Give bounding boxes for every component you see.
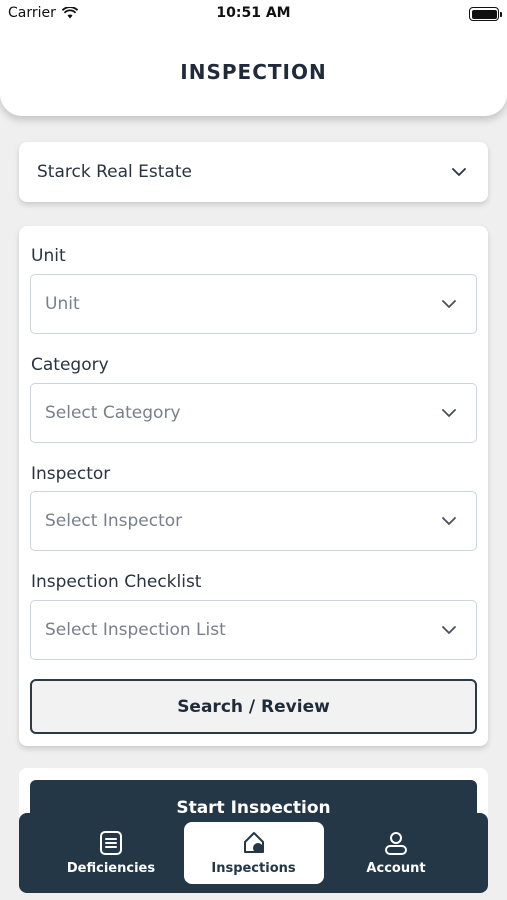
- search-review-button[interactable]: Search / Review: [30, 679, 477, 734]
- category-select[interactable]: Select Category: [30, 383, 477, 443]
- home-icon: [243, 832, 264, 853]
- chevron-down-icon: [452, 168, 466, 176]
- tab-account[interactable]: Account: [326, 822, 466, 884]
- inspection-form: Unit Unit Category Select Category Inspe…: [19, 226, 488, 746]
- chevron-down-icon: [442, 517, 456, 525]
- inspector-placeholder: Select Inspector: [45, 511, 183, 531]
- chevron-down-icon: [442, 409, 456, 417]
- battery-icon: [469, 7, 502, 21]
- company-select[interactable]: Starck Real Estate: [19, 142, 488, 202]
- status-time: 10:51 AM: [216, 5, 291, 21]
- tab-account-label: Account: [366, 861, 426, 876]
- chevron-down-icon: [442, 300, 456, 308]
- tab-inspections[interactable]: Inspections: [183, 822, 324, 884]
- tab-deficiencies[interactable]: Deficiencies: [41, 822, 181, 884]
- category-placeholder: Select Category: [45, 403, 181, 423]
- category-label: Category: [31, 355, 109, 375]
- unit-placeholder: Unit: [45, 294, 80, 314]
- page-title: INSPECTION: [180, 60, 327, 84]
- tab-inspections-label: Inspections: [211, 861, 296, 876]
- inspector-select[interactable]: Select Inspector: [30, 491, 477, 551]
- checklist-icon: [100, 831, 122, 855]
- checklist-select[interactable]: Select Inspection List: [30, 600, 477, 660]
- bottom-tab-bar: Deficiencies Inspections Account: [19, 813, 488, 893]
- unit-select[interactable]: Unit: [30, 274, 477, 334]
- checklist-label: Inspection Checklist: [31, 572, 202, 592]
- user-icon: [385, 832, 407, 855]
- inspector-label: Inspector: [31, 464, 111, 484]
- unit-label: Unit: [31, 246, 66, 266]
- checklist-placeholder: Select Inspection List: [45, 620, 226, 640]
- tab-deficiencies-label: Deficiencies: [66, 861, 156, 876]
- company-select-value: Starck Real Estate: [37, 162, 192, 182]
- chevron-down-icon: [442, 626, 456, 634]
- status-bar: Carrier 10:51 AM: [0, 0, 507, 28]
